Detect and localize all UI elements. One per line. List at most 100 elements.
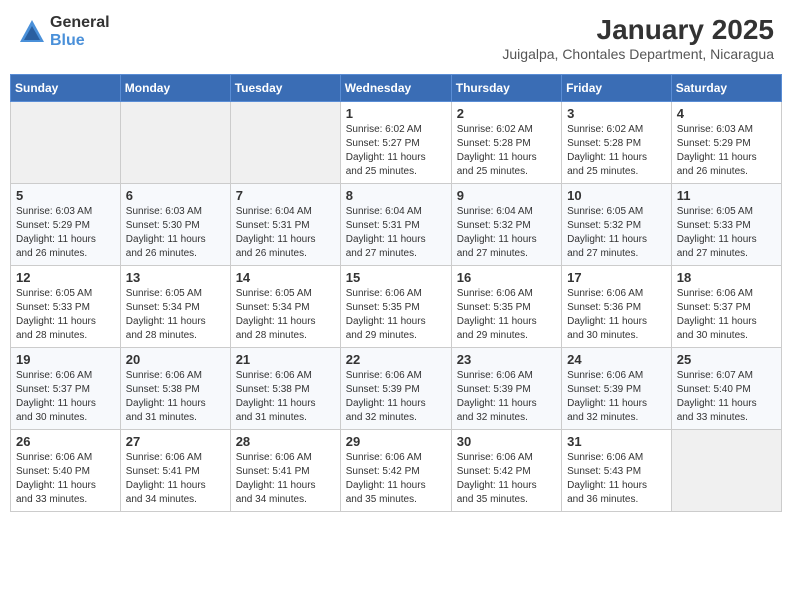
logo-general: General [50,14,110,32]
day-info: Sunrise: 6:03 AM Sunset: 5:29 PM Dayligh… [677,123,776,179]
calendar-cell: 5 Sunrise: 6:03 AM Sunset: 5:29 PM Daylig… [11,184,121,266]
calendar-cell: 24Sunrise: 6:06 AM Sunset: 5:39 PM Dayli… [562,348,672,430]
calendar-cell: 27 Sunrise: 6:06 AM Sunset: 5:41 PM Dayli… [120,430,230,512]
calendar-week-row: 12 Sunrise: 6:05 AM Sunset: 5:33 PM Dayli… [11,266,782,348]
day-info: Sunrise: 6:02 AM Sunset: 5:28 PM Dayligh… [457,123,556,179]
day-info: Sunrise: 6:06 AM Sunset: 5:38 PM Dayligh… [126,369,225,425]
day-info: Sunrise: 6:02 AM Sunset: 5:27 PM Dayligh… [346,123,446,179]
calendar-cell: 9 Sunrise: 6:04 AM Sunset: 5:32 PM Daylig… [451,184,561,266]
day-number: 16 [457,270,556,285]
day-of-week-header: Monday [120,75,230,102]
day-info: Sunrise: 6:02 AM Sunset: 5:28 PM Dayligh… [567,123,666,179]
day-number: 20 [126,352,225,367]
day-of-week-header: Saturday [671,75,781,102]
calendar-week-row: 5 Sunrise: 6:03 AM Sunset: 5:29 PM Daylig… [11,184,782,266]
day-info: Sunrise: 6:05 AM Sunset: 5:33 PM Dayligh… [16,287,115,343]
day-info: Sunrise: 6:04 AM Sunset: 5:31 PM Dayligh… [236,205,335,261]
day-number: 28 [236,434,335,449]
day-number: 18 [677,270,776,285]
calendar-cell: 26 Sunrise: 6:06 AM Sunset: 5:40 PM Dayli… [11,430,121,512]
calendar-cell: 4 Sunrise: 6:03 AM Sunset: 5:29 PM Daylig… [671,102,781,184]
logo: General Blue [18,14,110,49]
day-of-week-header: Tuesday [230,75,340,102]
calendar-cell: 20 Sunrise: 6:06 AM Sunset: 5:38 PM Dayli… [120,348,230,430]
day-number: 17 [567,270,666,285]
day-number: 31 [567,434,666,449]
day-info: Sunrise: 6:06 AM Sunset: 5:41 PM Dayligh… [126,451,225,507]
logo-text: General Blue [50,14,110,49]
day-number: 2 [457,106,556,121]
day-info: Sunrise: 6:04 AM Sunset: 5:32 PM Dayligh… [457,205,556,261]
calendar-cell: 31 Sunrise: 6:06 AM Sunset: 5:43 PM Dayli… [562,430,672,512]
location-title: Juigalpa, Chontales Department, Nicaragu… [502,46,774,62]
day-of-week-header: Wednesday [340,75,451,102]
calendar-cell: 6Sunrise: 6:03 AM Sunset: 5:30 PM Daylig… [120,184,230,266]
calendar-cell: 2 Sunrise: 6:02 AM Sunset: 5:28 PM Daylig… [451,102,561,184]
calendar-cell: 28Sunrise: 6:06 AM Sunset: 5:41 PM Dayli… [230,430,340,512]
month-title: January 2025 [502,14,774,46]
day-info: Sunrise: 6:05 AM Sunset: 5:34 PM Dayligh… [126,287,225,343]
day-number: 1 [346,106,446,121]
day-info: Sunrise: 6:06 AM Sunset: 5:39 PM Dayligh… [346,369,446,425]
calendar-cell: 29 Sunrise: 6:06 AM Sunset: 5:42 PM Dayli… [340,430,451,512]
day-number: 27 [126,434,225,449]
calendar-table: SundayMondayTuesdayWednesdayThursdayFrid… [10,74,782,512]
day-of-week-header: Friday [562,75,672,102]
calendar-cell: 23Sunrise: 6:06 AM Sunset: 5:39 PM Dayli… [451,348,561,430]
calendar-cell: 13Sunrise: 6:05 AM Sunset: 5:34 PM Dayli… [120,266,230,348]
day-number: 12 [16,270,115,285]
day-number: 21 [236,352,335,367]
day-number: 4 [677,106,776,121]
calendar-cell: 21 Sunrise: 6:06 AM Sunset: 5:38 PM Dayli… [230,348,340,430]
logo-blue: Blue [50,32,110,50]
calendar-cell: 22 Sunrise: 6:06 AM Sunset: 5:39 PM Dayli… [340,348,451,430]
day-number: 26 [16,434,115,449]
day-info: Sunrise: 6:07 AM Sunset: 5:40 PM Dayligh… [677,369,776,425]
day-number: 22 [346,352,446,367]
calendar-cell: 10Sunrise: 6:05 AM Sunset: 5:32 PM Dayli… [562,184,672,266]
calendar-cell: 8Sunrise: 6:04 AM Sunset: 5:31 PM Daylig… [340,184,451,266]
day-number: 3 [567,106,666,121]
calendar-cell: 14Sunrise: 6:05 AM Sunset: 5:34 PM Dayli… [230,266,340,348]
day-number: 24 [567,352,666,367]
calendar-cell: 19 Sunrise: 6:06 AM Sunset: 5:37 PM Dayli… [11,348,121,430]
day-of-week-header: Thursday [451,75,561,102]
day-info: Sunrise: 6:06 AM Sunset: 5:36 PM Dayligh… [567,287,666,343]
day-info: Sunrise: 6:05 AM Sunset: 5:33 PM Dayligh… [677,205,776,261]
day-info: Sunrise: 6:04 AM Sunset: 5:31 PM Dayligh… [346,205,446,261]
calendar-week-row: 1 Sunrise: 6:02 AM Sunset: 5:27 PM Daylig… [11,102,782,184]
day-number: 9 [457,188,556,203]
day-number: 5 [16,188,115,203]
calendar-week-row: 26 Sunrise: 6:06 AM Sunset: 5:40 PM Dayli… [11,430,782,512]
day-number: 10 [567,188,666,203]
day-number: 15 [346,270,446,285]
day-number: 29 [346,434,446,449]
day-info: Sunrise: 6:06 AM Sunset: 5:35 PM Dayligh… [346,287,446,343]
day-number: 19 [16,352,115,367]
day-info: Sunrise: 6:03 AM Sunset: 5:30 PM Dayligh… [126,205,225,261]
calendar-cell: 17 Sunrise: 6:06 AM Sunset: 5:36 PM Dayli… [562,266,672,348]
calendar-cell: 1 Sunrise: 6:02 AM Sunset: 5:27 PM Daylig… [340,102,451,184]
calendar-cell: 30Sunrise: 6:06 AM Sunset: 5:42 PM Dayli… [451,430,561,512]
calendar-cell: 7 Sunrise: 6:04 AM Sunset: 5:31 PM Daylig… [230,184,340,266]
day-info: Sunrise: 6:06 AM Sunset: 5:43 PM Dayligh… [567,451,666,507]
calendar-header-row: SundayMondayTuesdayWednesdayThursdayFrid… [11,75,782,102]
day-info: Sunrise: 6:06 AM Sunset: 5:40 PM Dayligh… [16,451,115,507]
calendar-cell: 25 Sunrise: 6:07 AM Sunset: 5:40 PM Dayli… [671,348,781,430]
day-info: Sunrise: 6:06 AM Sunset: 5:42 PM Dayligh… [346,451,446,507]
day-number: 14 [236,270,335,285]
page-header: General Blue January 2025 Juigalpa, Chon… [10,10,782,66]
calendar-cell [671,430,781,512]
day-info: Sunrise: 6:06 AM Sunset: 5:37 PM Dayligh… [677,287,776,343]
day-info: Sunrise: 6:03 AM Sunset: 5:29 PM Dayligh… [16,205,115,261]
day-of-week-header: Sunday [11,75,121,102]
day-number: 25 [677,352,776,367]
calendar-cell: 18 Sunrise: 6:06 AM Sunset: 5:37 PM Dayli… [671,266,781,348]
day-info: Sunrise: 6:06 AM Sunset: 5:37 PM Dayligh… [16,369,115,425]
calendar-cell: 3 Sunrise: 6:02 AM Sunset: 5:28 PM Daylig… [562,102,672,184]
calendar-cell: 15 Sunrise: 6:06 AM Sunset: 5:35 PM Dayli… [340,266,451,348]
day-info: Sunrise: 6:06 AM Sunset: 5:38 PM Dayligh… [236,369,335,425]
calendar-cell [230,102,340,184]
day-number: 11 [677,188,776,203]
day-number: 7 [236,188,335,203]
